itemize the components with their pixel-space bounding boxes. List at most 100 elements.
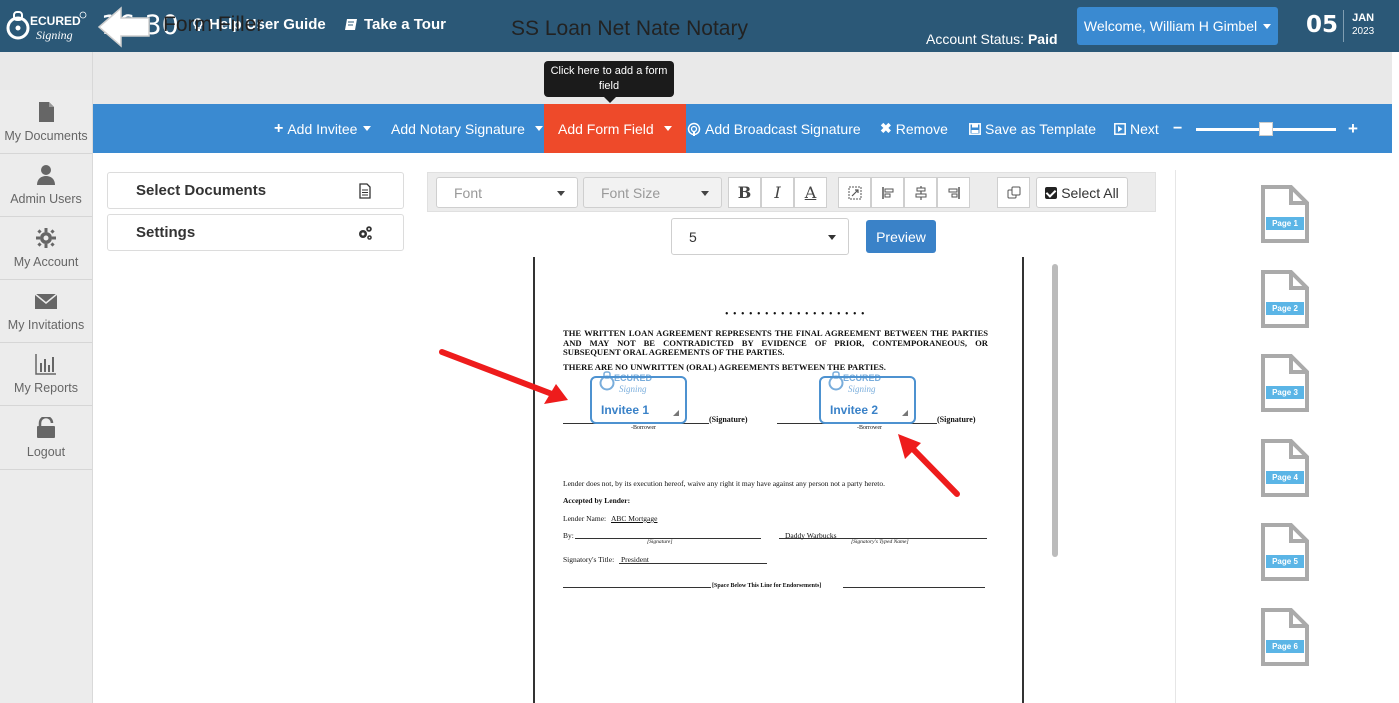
- add-notary-signature-label: Add Notary Signature: [391, 120, 525, 137]
- font-size-select[interactable]: Font Size: [583, 177, 722, 208]
- save-as-template-label: Save as Template: [985, 120, 1097, 137]
- lender-name-label: Lender Name:: [563, 514, 607, 523]
- chevron-down-icon: [363, 126, 372, 131]
- document-page[interactable]: • • • • • • • • • • • • • • • • • • The …: [533, 257, 1024, 703]
- page-label: Page 6: [1266, 640, 1304, 653]
- add-notary-signature-button[interactable]: Add Notary Signature: [391, 104, 543, 153]
- borrower-label-1: -Borrower: [631, 425, 656, 431]
- copy-icon: [1007, 186, 1020, 198]
- invitee-1-label: Invitee 1: [601, 403, 650, 417]
- page-icon: [1261, 523, 1309, 581]
- page-thumbnail[interactable]: Page 5: [1260, 523, 1310, 581]
- sidebar-item-admin-users[interactable]: Admin Users: [0, 154, 92, 217]
- broadcast-icon: [687, 122, 701, 136]
- invitee-1-signature-field[interactable]: ECURED Signing Invitee 1: [590, 371, 687, 424]
- bar-chart-icon: [35, 354, 56, 375]
- page-label: Page 2: [1266, 302, 1304, 315]
- gears-icon: [359, 226, 372, 240]
- endorsement-line-left: [563, 587, 711, 588]
- select-all-label: Select All: [1061, 184, 1119, 201]
- page-thumbnail[interactable]: Page 2: [1260, 270, 1310, 328]
- resize-button[interactable]: [838, 177, 871, 208]
- endorsement-line-right: [843, 587, 985, 588]
- date-month: JAN: [1352, 12, 1375, 24]
- signatory-title-line: [619, 563, 767, 564]
- signature-label-2: (Signature): [937, 415, 976, 424]
- unlock-icon: [37, 416, 55, 438]
- invitee-2-signature-field[interactable]: ECURED Signing Invitee 2: [819, 371, 916, 424]
- formatting-toolbar: Font Font Size B I A Select All: [427, 172, 1156, 212]
- svg-text:ECURED: ECURED: [614, 373, 653, 383]
- zoom-out-button[interactable]: −: [1173, 104, 1182, 153]
- remove-label: Remove: [895, 120, 948, 137]
- document-scrollbar[interactable]: [1052, 264, 1058, 557]
- sidebar-item-my-account[interactable]: My Account: [0, 217, 92, 280]
- take-a-tour-link[interactable]: Take a Tour: [344, 16, 446, 33]
- page-thumbnail[interactable]: Page 4: [1260, 439, 1310, 497]
- page-thumbnail[interactable]: Page 6: [1260, 608, 1310, 666]
- chevron-down-icon: [663, 126, 672, 131]
- bold-button[interactable]: B: [728, 177, 761, 208]
- select-documents-button[interactable]: Select Documents: [107, 172, 404, 209]
- gear-icon: [36, 228, 56, 248]
- page-title: Form Filler: [163, 13, 264, 36]
- resize-corner-icon[interactable]: [673, 410, 679, 416]
- italic-button[interactable]: I: [761, 177, 794, 208]
- align-center-button[interactable]: [904, 177, 937, 208]
- sidebar-item-label: My Documents: [4, 128, 88, 143]
- add-broadcast-signature-button[interactable]: Add Broadcast Signature: [687, 104, 861, 153]
- endorsement-text: [Space Below This Line for Endorsements]: [712, 583, 822, 589]
- tour-label: Take a Tour: [364, 16, 446, 33]
- sidebar-item-my-invitations[interactable]: My Invitations: [0, 280, 92, 343]
- add-form-field-tooltip: Click here to add a form field: [544, 61, 674, 103]
- add-form-field-button[interactable]: Add Form Field: [544, 104, 686, 153]
- remove-button[interactable]: ✖ Remove: [880, 104, 948, 153]
- back-arrow-icon[interactable]: [97, 6, 151, 48]
- date-divider: [1343, 10, 1344, 42]
- font-size-placeholder: Font Size: [601, 184, 661, 201]
- page-icon: [1261, 185, 1309, 243]
- resize-corner-icon[interactable]: [902, 410, 908, 416]
- envelope-icon: [35, 293, 57, 309]
- page-thumbnails-panel: Page 1 Page 2 Page 3 Page 4 Page 5 Page …: [1175, 170, 1392, 703]
- document-icon: [39, 101, 54, 122]
- welcome-user-dropdown[interactable]: Welcome, William H Gimbel: [1077, 7, 1278, 45]
- agreement-paragraph: The written loan agreement represents th…: [563, 328, 988, 357]
- preview-button[interactable]: Preview: [866, 220, 936, 253]
- settings-button[interactable]: Settings: [107, 214, 404, 251]
- page-number-select[interactable]: 5: [671, 218, 849, 255]
- close-icon: ✖: [880, 120, 892, 136]
- sidebar-item-my-documents[interactable]: My Documents: [0, 90, 92, 154]
- zoom-in-button[interactable]: +: [1348, 104, 1358, 153]
- font-select-placeholder: Font: [454, 184, 483, 201]
- chevron-down-icon: [557, 191, 565, 196]
- page-label: Page 1: [1266, 217, 1304, 230]
- secured-signing-logo[interactable]: ECURED Signing: [6, 8, 88, 44]
- account-status-label: Account Status:: [926, 31, 1025, 47]
- underline-button[interactable]: A: [794, 177, 827, 208]
- add-form-field-label: Add Form Field: [558, 120, 654, 137]
- page-thumbnail[interactable]: Page 1: [1260, 185, 1310, 243]
- add-invitee-button[interactable]: + Add Invitee: [274, 104, 372, 153]
- next-button[interactable]: Next: [1114, 104, 1159, 153]
- sidebar-item-logout[interactable]: Logout: [0, 406, 92, 470]
- select-all-button[interactable]: Select All: [1036, 177, 1128, 208]
- document-title: SS Loan Net Nate Notary: [511, 17, 748, 40]
- secured-signing-watermark-logo: ECURED Signing: [828, 371, 882, 394]
- save-as-template-button[interactable]: Save as Template: [969, 104, 1096, 153]
- sidebar-item-label: Logout: [26, 444, 66, 459]
- chevron-down-icon: [828, 235, 836, 240]
- svg-text:Signing: Signing: [619, 384, 647, 394]
- page-thumbnail[interactable]: Page 3: [1260, 354, 1310, 412]
- account-status-value: Paid: [1027, 31, 1058, 47]
- align-left-button[interactable]: [871, 177, 904, 208]
- sidebar-item-label: My Invitations: [7, 318, 85, 332]
- welcome-label: Welcome, William H Gimbel: [1083, 18, 1258, 34]
- align-right-button[interactable]: [937, 177, 970, 208]
- font-select[interactable]: Font: [436, 177, 578, 208]
- typed-name-caption: [Signatory's Typed Name]: [851, 539, 909, 545]
- sidebar-item-my-reports[interactable]: My Reports: [0, 343, 92, 406]
- date-year: 2023: [1352, 26, 1375, 37]
- copy-button[interactable]: [997, 177, 1030, 208]
- zoom-slider-handle[interactable]: [1259, 122, 1273, 136]
